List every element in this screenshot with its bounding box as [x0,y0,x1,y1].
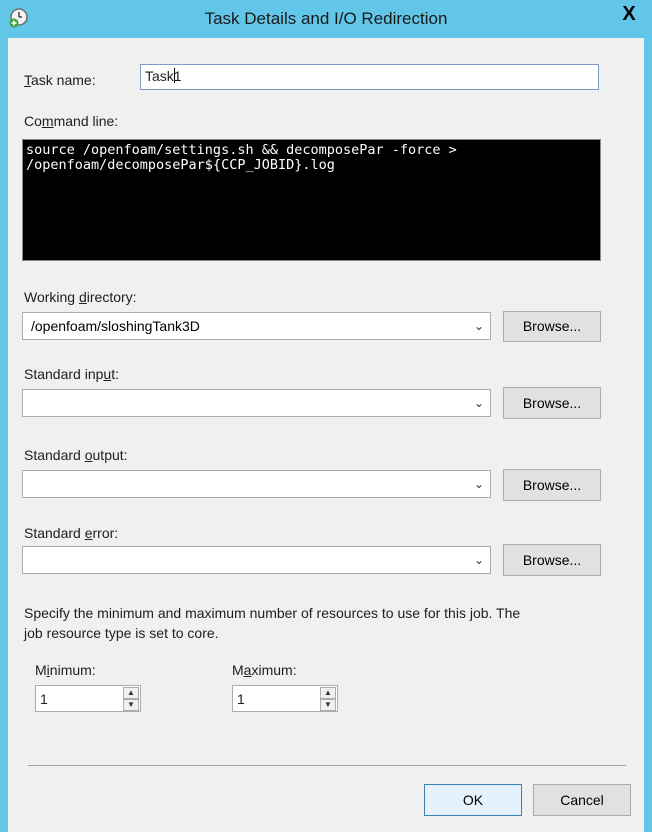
standard-output-label: Standard output: [24,447,128,463]
chevron-down-icon[interactable]: ⌄ [471,551,487,569]
task-name-input[interactable]: Task1 [140,64,599,90]
standard-output-browse-button[interactable]: Browse... [503,469,601,501]
ok-button[interactable]: OK [424,784,522,816]
standard-error-browse-button[interactable]: Browse... [503,544,601,576]
resources-description-line2: job resource type is set to core. [24,625,219,641]
minimum-value: 1 [40,691,48,707]
task-name-label: Task name: [24,72,96,88]
command-line-input[interactable]: source /openfoam/settings.sh && decompos… [22,139,601,261]
chevron-down-icon[interactable]: ⌄ [471,317,487,335]
title-bar: Task Details and I/O Redirection X [0,0,652,38]
spin-down-icon[interactable]: ▼ [320,699,336,711]
standard-input-label: Standard input: [24,366,119,382]
spin-up-icon[interactable]: ▲ [123,687,139,699]
resources-description-line1: Specify the minimum and maximum number o… [24,605,521,621]
divider [28,765,626,766]
working-directory-value: /openfoam/sloshingTank3D [31,318,200,334]
standard-input-browse-button[interactable]: Browse... [503,387,601,419]
command-line-label: Command line: [24,113,119,129]
standard-error-label: Standard error: [24,525,119,541]
dialog-body: Task name: Task1 Command line: source /o… [8,38,644,832]
standard-error-combo[interactable]: ⌄ [22,546,491,574]
chevron-down-icon[interactable]: ⌄ [471,394,487,412]
maximum-value: 1 [237,691,245,707]
maximum-stepper[interactable]: 1 ▲ ▼ [232,685,338,712]
window-title: Task Details and I/O Redirection [204,9,448,28]
spin-down-icon[interactable]: ▼ [123,699,139,711]
maximum-label: Maximum: [232,662,297,678]
working-directory-browse-button[interactable]: Browse... [503,311,601,342]
standard-output-combo[interactable]: ⌄ [22,470,491,498]
standard-input-combo[interactable]: ⌄ [22,389,491,417]
close-button[interactable]: X [606,0,652,30]
minimum-stepper[interactable]: 1 ▲ ▼ [35,685,141,712]
chevron-down-icon[interactable]: ⌄ [471,475,487,493]
working-directory-label: Working directory: [24,289,137,305]
spin-up-icon[interactable]: ▲ [320,687,336,699]
working-directory-combo[interactable]: /openfoam/sloshingTank3D ⌄ [22,312,491,340]
minimum-label: Minimum: [35,662,96,678]
cancel-button[interactable]: Cancel [533,784,631,816]
